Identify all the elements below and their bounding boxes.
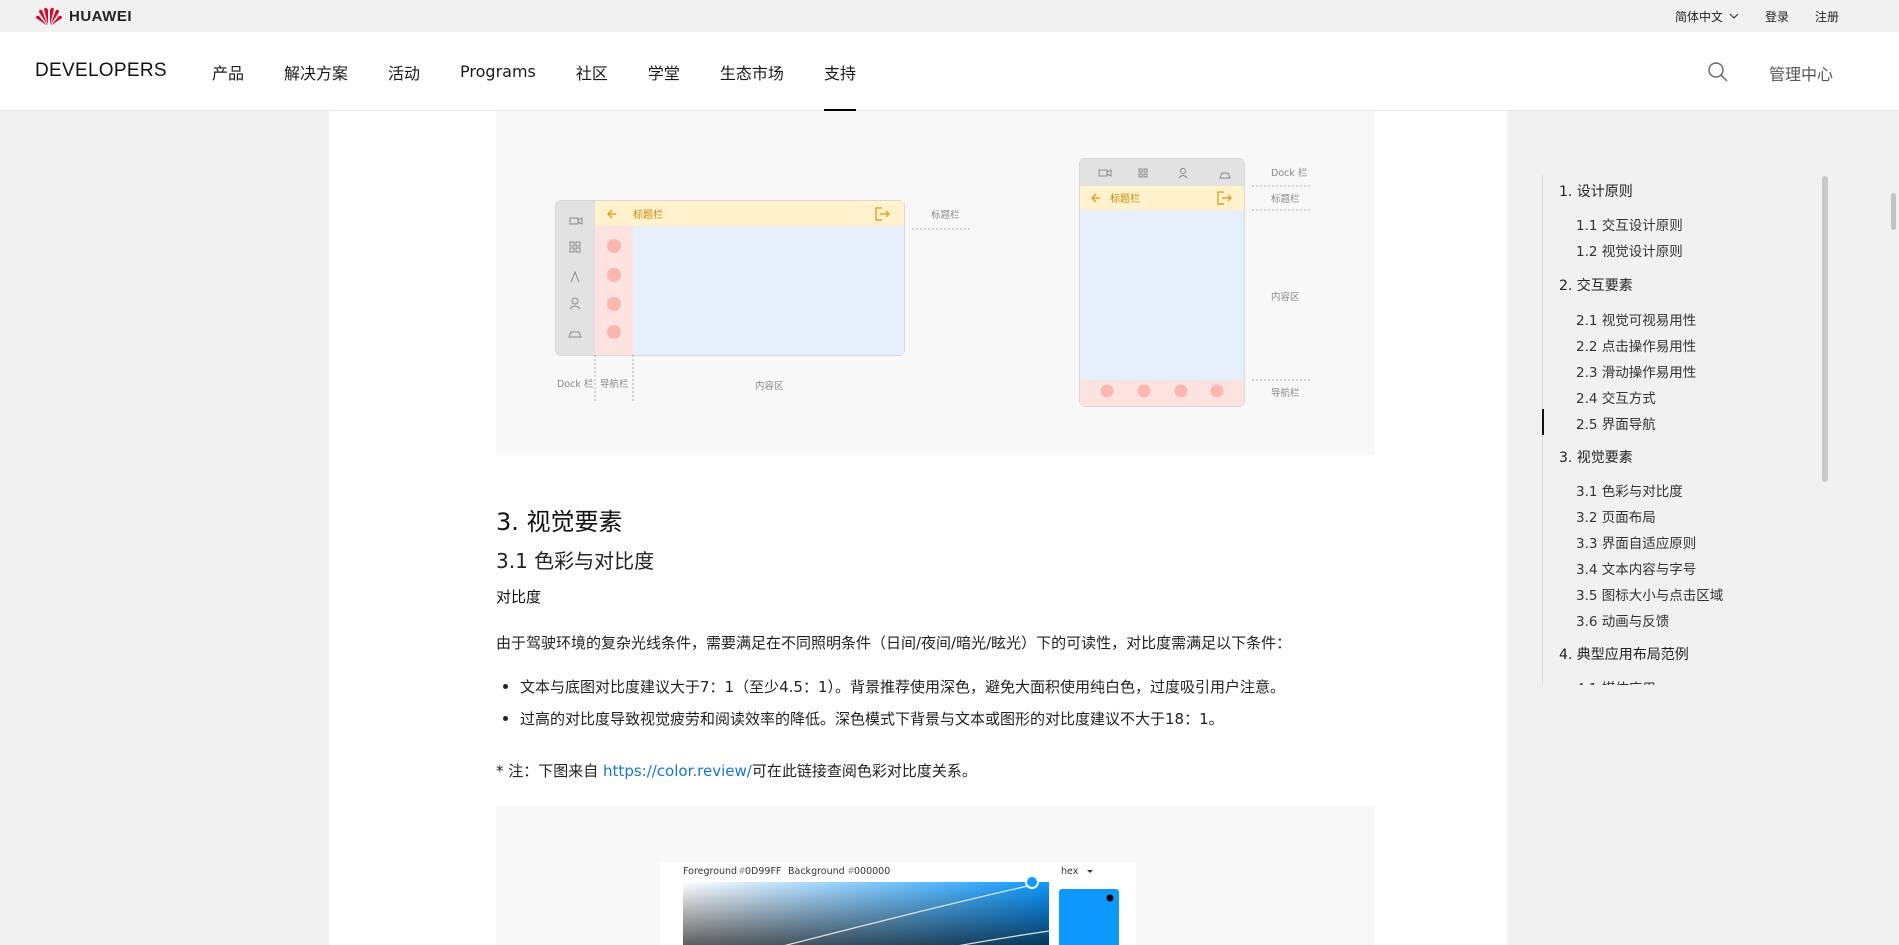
toc-item-2-5[interactable]: 2.5 界面导航 [1576, 413, 1656, 433]
nav-item-support[interactable]: 支持 [823, 32, 856, 111]
contrast-paragraph: 由于驾驶环境的复杂光线条件，需要满足在不同照明条件（日间/夜间/暗光/眩光）下的… [496, 634, 1292, 652]
toc-item-1[interactable]: 1. 设计原则 [1559, 181, 1633, 201]
foreground-value: 0D99FF [745, 866, 781, 877]
background-label: Background [788, 866, 845, 877]
toc-item-3-3[interactable]: 3.3 界面自适应原则 [1576, 532, 1696, 552]
toc-item-2-4[interactable]: 2.4 交互方式 [1576, 387, 1656, 407]
landscape-title-bar-text: 标题栏 [633, 208, 663, 221]
toc-item-3-5[interactable]: 3.5 图标大小与点击区域 [1576, 584, 1723, 604]
note-suffix: 可在此链接查阅色彩对比度关系。 [751, 762, 977, 780]
list-item: 过高的对比度导致视觉疲劳和阅读效率的降低。深色模式下背景与文本或图形的对比度建议… [496, 709, 1285, 741]
portrait-content-label: 内容区 [1271, 291, 1300, 303]
toc-item-3-4[interactable]: 3.4 文本内容与字号 [1576, 558, 1696, 578]
toc-item-3-6[interactable]: 3.6 动画与反馈 [1576, 610, 1669, 630]
list-item: 文本与底图对比度建议大于7：1（至少4.5：1）。背景推荐使用深色，避免大面积使… [496, 677, 1285, 709]
register-link[interactable]: 注册 [1815, 8, 1839, 25]
nav-item-academy[interactable]: 学堂 [648, 32, 680, 111]
portrait-dock-label: Dock 栏 [1271, 167, 1308, 179]
toc-item-3-1[interactable]: 3.1 色彩与对比度 [1576, 480, 1683, 500]
landscape-content-label: 内容区 [755, 380, 784, 392]
background-value: 000000 [854, 866, 890, 877]
contrast-heading: 对比度 [496, 588, 542, 606]
toc-item-2-2[interactable]: 2.2 点击操作易用性 [1576, 335, 1696, 355]
color-mode-label: hex [1061, 866, 1079, 877]
page-scrollbar[interactable] [1891, 193, 1896, 230]
toc-item-4-1[interactable]: 4.1 媒体应用 [1576, 677, 1656, 685]
huawei-logo[interactable]: HUAWEI [35, 5, 132, 27]
nav-item-solutions[interactable]: 解决方案 [284, 32, 348, 111]
toc-scrollbar[interactable] [1822, 176, 1828, 482]
table-of-contents: 1. 设计原则 1.1 交互设计原则 1.2 视觉设计原则 2. 交互要素 2.… [1542, 175, 1829, 685]
article-content: 标题栏 标题栏 Dock 栏 导航栏 内容区 标题栏 Dock 栏 标题栏 内容… [329, 111, 1507, 945]
section-heading: 3. 视觉要素 [496, 508, 623, 536]
nav-menu: 产品 解决方案 活动 Programs 社区 学堂 生态市场 支持 [212, 32, 856, 111]
toc-item-2-3[interactable]: 2.3 滑动操作易用性 [1576, 361, 1696, 381]
note-prefix: * 注：下图来自 [496, 762, 604, 780]
chevron-down-icon [1729, 13, 1739, 19]
portrait-title-bar-text: 标题栏 [1110, 192, 1140, 205]
toc-item-2[interactable]: 2. 交互要素 [1559, 275, 1633, 295]
developers-logo[interactable]: DEVELOPERS [35, 60, 167, 82]
main-nav: DEVELOPERS 产品 解决方案 活动 Programs 社区 学堂 生态市… [0, 32, 1899, 111]
toc-item-3-2[interactable]: 3.2 页面布局 [1576, 506, 1656, 526]
layout-diagram-figure: 标题栏 标题栏 Dock 栏 导航栏 内容区 标题栏 Dock 栏 标题栏 内容… [496, 111, 1374, 455]
language-selector[interactable]: 简体中文 [1675, 8, 1739, 25]
top-right-links: 简体中文 登录 注册 [1675, 0, 1839, 32]
landscape-title-bar-label: 标题栏 [931, 209, 960, 221]
nav-item-products[interactable]: 产品 [212, 32, 244, 111]
nav-item-community[interactable]: 社区 [576, 32, 608, 111]
toc-item-1-2[interactable]: 1.2 视觉设计原则 [1576, 240, 1683, 260]
layout-diagram: 标题栏 标题栏 Dock 栏 导航栏 内容区 标题栏 Dock 栏 标题栏 内容… [555, 158, 1312, 407]
subsection-heading: 3.1 色彩与对比度 [496, 549, 655, 573]
toc-item-2-1[interactable]: 2.1 视觉可视易用性 [1576, 309, 1696, 329]
portrait-title-bar-label: 标题栏 [1271, 193, 1300, 205]
language-label: 简体中文 [1674, 9, 1723, 24]
nav-item-events[interactable]: 活动 [388, 32, 420, 111]
login-link[interactable]: 登录 [1765, 8, 1789, 25]
nav-item-marketplace[interactable]: 生态市场 [720, 32, 784, 111]
toc-active-indicator [1542, 409, 1544, 435]
toc-item-4[interactable]: 4. 典型应用布局范例 [1559, 644, 1689, 664]
top-bar: HUAWEI 简体中文 登录 注册 [0, 0, 1899, 32]
landscape-nav-label: 导航栏 [600, 378, 629, 390]
huawei-logo-text: HUAWEI [69, 7, 132, 25]
color-picker-image: Foreground # 0D99FF Background # 000000 … [660, 862, 1136, 945]
color-review-link[interactable]: https://color.review/ [603, 762, 752, 780]
portrait-nav-label: 导航栏 [1271, 387, 1300, 399]
contrast-bullet-list: 文本与底图对比度建议大于7：1（至少4.5：1）。背景推荐使用深色，避免大面积使… [496, 677, 1285, 741]
admin-center-link[interactable]: 管理中心 [1769, 61, 1833, 85]
foreground-label: Foreground [683, 866, 737, 877]
landscape-dock-label: Dock 栏 [557, 378, 594, 390]
huawei-flower-icon [36, 7, 62, 26]
toc-item-1-1[interactable]: 1.1 交互设计原则 [1576, 214, 1683, 234]
nav-item-programs[interactable]: Programs [460, 32, 536, 111]
color-review-figure: Foreground # 0D99FF Background # 000000 … [496, 806, 1374, 945]
note-text: * 注：下图来自 https://color.review/可在此链接查阅色彩对… [496, 760, 977, 781]
search-icon[interactable] [1707, 61, 1729, 83]
toc-item-3[interactable]: 3. 视觉要素 [1559, 447, 1633, 467]
